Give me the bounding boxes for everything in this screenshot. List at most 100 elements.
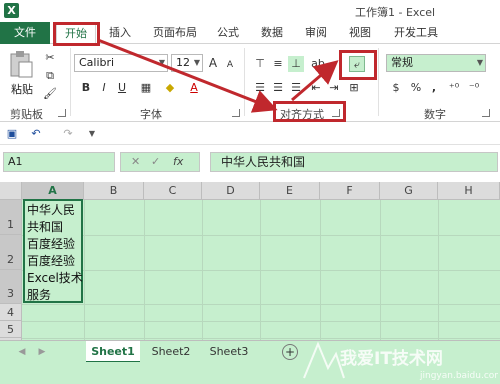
font-name-dropdown[interactable]: Calibri ▼ (74, 54, 168, 72)
cell-text-line: 百度经验 (27, 237, 76, 251)
gridline (22, 321, 500, 322)
excel-window: { "window": {"title": "工作簿1 - Excel", "l… (0, 0, 500, 384)
quick-access-toolbar: ▣ ↶ ↷ ▼ (0, 123, 500, 145)
formula-input[interactable]: 中华人民共和国 (210, 152, 498, 172)
customize-qat-icon[interactable]: ▼ (84, 126, 100, 142)
column-header-e[interactable]: E (260, 182, 320, 200)
align-center-icon[interactable]: ☰ (270, 80, 286, 96)
paste-label: 粘贴 (11, 83, 33, 96)
tab-insert[interactable]: 插入 (106, 22, 134, 44)
increase-indent-icon[interactable]: ⇥ (326, 80, 342, 96)
percent-button[interactable]: % (408, 80, 424, 96)
row-header-5[interactable]: 5 (0, 321, 22, 338)
column-header-g[interactable]: G (380, 182, 438, 200)
watermark-logo: 我爱IT技术网 jingyan.baidu.com (303, 341, 498, 381)
grow-font-button[interactable]: A (205, 55, 221, 71)
enter-icon[interactable]: ✓ (151, 155, 160, 168)
tab-file[interactable]: 文件 (0, 22, 50, 44)
watermark-text: 我爱IT技术网 (340, 348, 443, 369)
chevron-down-icon: ▼ (476, 58, 483, 67)
underline-button[interactable]: U (114, 80, 130, 96)
copy-icon[interactable]: ⧉ (42, 68, 58, 84)
bold-button[interactable]: B (78, 80, 94, 96)
number-format-dropdown[interactable]: 常规 ▼ (386, 54, 486, 72)
font-color-button[interactable]: A (186, 80, 202, 96)
highlight-home-tab (53, 22, 100, 46)
align-right-icon[interactable]: ☰ (288, 80, 304, 96)
save-icon[interactable]: ▣ (4, 126, 20, 142)
column-header-h[interactable]: H (438, 182, 500, 200)
clipboard-group-label: 剪贴板 (10, 108, 43, 121)
tab-review[interactable]: 审阅 (302, 22, 330, 44)
currency-button[interactable]: $ (388, 80, 404, 96)
format-painter-icon[interactable]: 🖌 (42, 86, 58, 102)
row-header-4[interactable]: 4 (0, 304, 22, 321)
prev-sheet-icon[interactable]: ◀ (14, 344, 30, 360)
name-box[interactable]: A1 (3, 152, 115, 172)
cell-a1-a3-selection[interactable]: 中华人民 共和国 百度经验 百度经验 Excel技术 服务 (23, 199, 83, 303)
number-launcher-icon[interactable] (482, 109, 490, 117)
italic-button[interactable]: I (96, 80, 112, 96)
borders-icon[interactable]: ▦ (138, 80, 154, 96)
tab-page-layout[interactable]: 页面布局 (150, 22, 200, 44)
insert-function-button[interactable]: fx (173, 155, 183, 168)
paste-button[interactable]: 粘贴 (8, 50, 36, 98)
increase-decimal-icon[interactable]: ⁺⁰ (446, 80, 462, 96)
highlight-alignment-group (273, 101, 346, 122)
column-header-c[interactable]: C (144, 182, 202, 200)
cell-text-line: 中华人民 (27, 203, 76, 217)
tab-formulas[interactable]: 公式 (214, 22, 242, 44)
cut-icon[interactable]: ✂ (42, 50, 58, 66)
gridline (22, 270, 500, 271)
align-middle-icon[interactable]: ≡ (270, 56, 286, 72)
undo-icon[interactable]: ↶ (28, 126, 44, 142)
number-group-label: 数字 (424, 108, 446, 121)
column-header-f[interactable]: F (320, 182, 380, 200)
font-size-dropdown[interactable]: 12 ▼ (171, 54, 203, 72)
row-header-2[interactable]: 2 (0, 235, 22, 270)
sheet-tab-2[interactable]: Sheet2 (146, 341, 196, 363)
row-header-3[interactable]: 3 (0, 270, 22, 304)
comma-button[interactable]: , (426, 80, 442, 96)
column-header-b[interactable]: B (84, 182, 144, 200)
tab-view[interactable]: 视图 (346, 22, 374, 44)
title-bar: X 工作簿1 - Excel (0, 0, 500, 22)
align-top-icon[interactable]: ⊤ (252, 56, 268, 72)
align-bottom-icon[interactable]: ⊥ (288, 56, 304, 72)
formula-controls: ✕ ✓ fx (120, 152, 200, 172)
add-sheet-icon[interactable]: + (282, 344, 298, 360)
group-divider (378, 48, 379, 116)
next-sheet-icon[interactable]: ▶ (34, 344, 50, 360)
cell-text-line: 服务 (27, 288, 52, 302)
paste-icon (10, 51, 33, 78)
cancel-icon[interactable]: ✕ (131, 155, 140, 168)
font-launcher-icon[interactable] (232, 109, 240, 117)
worksheet-grid[interactable]: A B C D E F G H 1 2 3 4 5 6 中华人民 共和国 百度经… (0, 182, 500, 355)
decrease-decimal-icon[interactable]: ⁻⁰ (466, 80, 482, 96)
merge-center-icon[interactable]: ⊞ (346, 80, 362, 96)
sheet-tab-1[interactable]: Sheet1 (86, 341, 140, 363)
ribbon: 粘贴 ✂ ⧉ 🖌 剪贴板 Calibri ▼ 12 ▼ A A B I U ▦ ◆ … (0, 44, 500, 122)
gridline (22, 304, 500, 305)
decrease-indent-icon[interactable]: ⇤ (308, 80, 324, 96)
highlight-wrap-text (339, 50, 377, 80)
number-format-value: 常规 (391, 56, 413, 69)
chevron-down-icon: ▼ (158, 58, 165, 67)
row-header-1[interactable]: 1 (0, 200, 22, 235)
gridline (22, 235, 500, 236)
fill-color-icon[interactable]: ◆ (162, 80, 178, 96)
column-header-a[interactable]: A (22, 182, 84, 200)
cell-text-line: 共和国 (27, 220, 64, 234)
font-name-value: Calibri (79, 56, 115, 69)
clipboard-launcher-icon[interactable] (58, 109, 66, 117)
column-header-d[interactable]: D (202, 182, 260, 200)
shrink-font-button[interactable]: A (222, 57, 238, 73)
select-all-corner[interactable] (0, 182, 22, 200)
sheet-tab-3[interactable]: Sheet3 (204, 341, 254, 363)
orientation-icon[interactable]: ab (310, 56, 326, 72)
group-divider (70, 48, 71, 116)
tab-developer[interactable]: 开发工具 (390, 22, 442, 44)
align-left-icon[interactable]: ☰ (252, 80, 268, 96)
redo-icon[interactable]: ↷ (60, 126, 76, 142)
tab-data[interactable]: 数据 (258, 22, 286, 44)
